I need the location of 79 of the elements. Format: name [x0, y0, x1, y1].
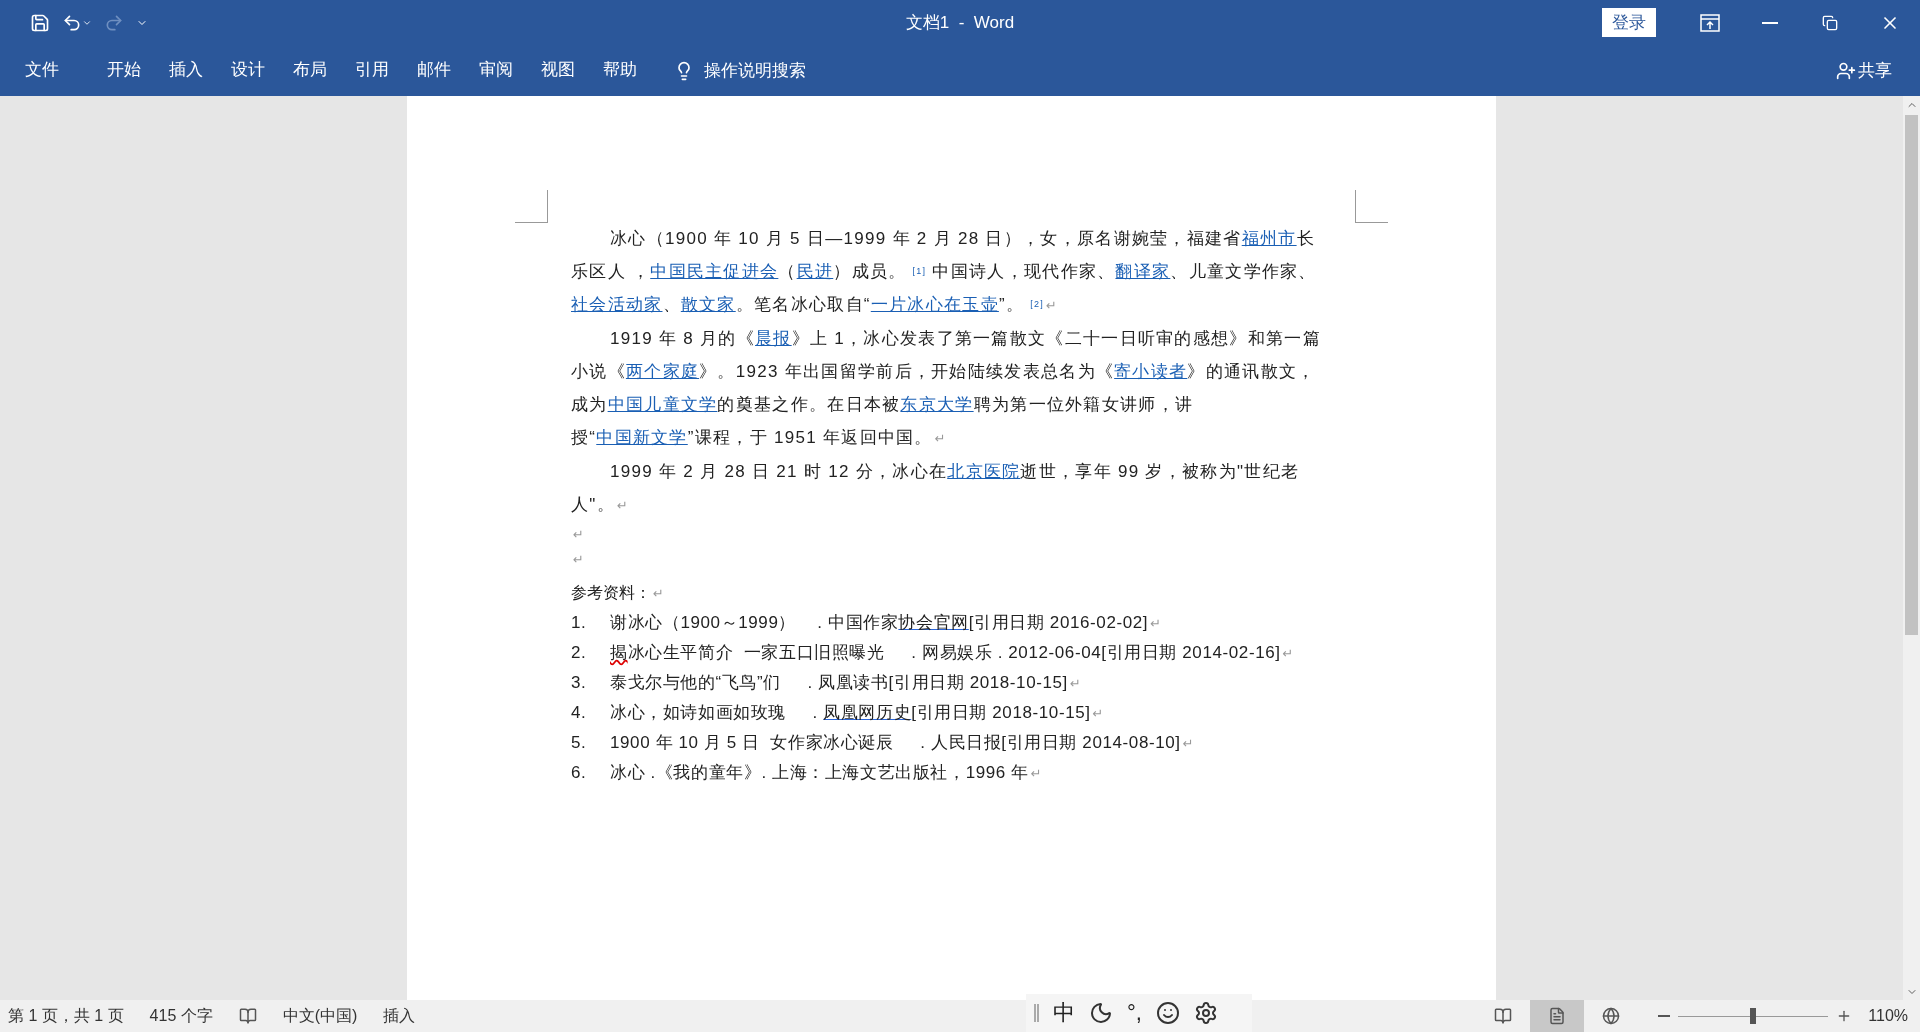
link[interactable]: 北京医院: [947, 462, 1021, 481]
ribbon-tab[interactable]: 布局: [282, 51, 338, 90]
globe-icon: [1602, 1007, 1621, 1025]
page-icon: [1548, 1007, 1567, 1025]
smiley-icon[interactable]: [1155, 1001, 1180, 1025]
link[interactable]: 中国民主促进会: [650, 262, 779, 281]
ribbon-tab[interactable]: 视图: [530, 51, 586, 90]
reference-entry: 冰心，如诗如画如玫瑰 . 凤凰网历史[引用日期 2018-10-15]↵: [610, 702, 1105, 724]
settings-icon[interactable]: [1193, 1001, 1218, 1025]
moon-icon[interactable]: [1089, 1001, 1113, 1025]
undo-icon: [62, 12, 82, 33]
link[interactable]: 寄小读者: [1114, 362, 1188, 381]
input-mode-toggle[interactable]: 中: [1053, 998, 1075, 1028]
ribbon-display-icon: [1700, 13, 1720, 32]
minimize-icon: [1762, 21, 1778, 24]
link[interactable]: 凤凰网历史: [823, 703, 912, 722]
ribbon-tab[interactable]: 邮件: [406, 51, 462, 90]
references-heading: 参考资料：↵: [571, 583, 665, 603]
zoom-level[interactable]: 110%: [1868, 1007, 1908, 1025]
language-status[interactable]: 中文(中国): [282, 1005, 358, 1027]
book-icon: [238, 1007, 257, 1025]
paragraph: 1919 年 8 月的《晨报》上 1，冰心发表了第一篇散文《二十一日听审的感想》和第一篇小说《两个家庭》。1923 年出国留学前后，开始陆续发表总名为《寄小读者》的通讯散文，成为 中国儿童文学的奠基之作。在日本被东京大学聘为第一位外籍女讲师，讲授“中国新文学”课程，于 1951 年返回中国。↵: [571, 328, 1322, 449]
grip-handle[interactable]: [1034, 1004, 1039, 1022]
empty-paragraph: ↵: [572, 551, 587, 569]
link[interactable]: 民进: [796, 262, 834, 281]
scroll-thumb[interactable]: [1905, 115, 1918, 635]
ribbon-tab[interactable]: 引用: [344, 51, 400, 90]
link[interactable]: 中国儿童文学: [607, 395, 718, 414]
sign-in-button[interactable]: 登录: [1602, 8, 1656, 37]
restore-icon: [1822, 14, 1838, 31]
link[interactable]: 翻译家: [1115, 262, 1171, 281]
ribbon-tab[interactable]: 文件: [14, 51, 70, 90]
ribbon-tab[interactable]: 设计: [220, 51, 276, 90]
proofing-icon[interactable]: [238, 1007, 257, 1025]
share-button[interactable]: 共享: [1830, 58, 1898, 83]
list-number: 4.: [571, 702, 588, 724]
footnote-reference[interactable]: [1]: [912, 266, 927, 276]
link[interactable]: 东京大学: [900, 395, 974, 414]
punctuation-toggle[interactable]: °,: [1127, 1000, 1142, 1026]
redo-icon: [104, 12, 124, 33]
page-count[interactable]: 第 1 页，共 1 页: [8, 1005, 124, 1027]
reference-entry: 谢冰心（1900～1999） . 中国作家协会官网[引用日期 2016-02-02]↵: [610, 612, 1162, 634]
link[interactable]: 晨报: [755, 329, 792, 348]
ribbon-tab[interactable]: 插入: [158, 51, 214, 90]
list-number: 5.: [571, 732, 588, 754]
link[interactable]: 一片冰心在玉壶: [870, 295, 999, 314]
link[interactable]: 两个家庭: [625, 362, 700, 381]
word-count[interactable]: 415 个字: [149, 1005, 213, 1027]
add-user-icon: [1836, 60, 1856, 81]
list-number: 3.: [571, 672, 588, 694]
reference-entry: 冰心 .《我的童年》. 上海：上海文艺出版社，1996 年↵: [610, 762, 1043, 784]
paragraph: 1999 年 2 月 28 日 21 时 12 分，冰心在北京医院逝世，享年 99 岁，被称为"世纪老人"。↵: [571, 461, 1301, 516]
insert-mode-status[interactable]: 插入: [383, 1005, 416, 1027]
reference-entry: 1900 年 10 月 5 日 女作家冰心诞辰 . 人民日报[引用日期 2014-08-10]↵: [610, 732, 1195, 754]
window-title: 文档1 - Word: [905, 12, 1015, 34]
list-number: 1.: [571, 612, 588, 634]
crop-mark: [515, 190, 548, 223]
zoom-thumb[interactable]: [1750, 1008, 1757, 1024]
ribbon-tab[interactable]: 帮助: [592, 51, 648, 90]
list-number: 2.: [571, 642, 588, 664]
link[interactable]: 社会活动家: [571, 295, 663, 314]
book-icon: [1494, 1007, 1513, 1025]
link[interactable]: 福州市: [1241, 229, 1297, 248]
link[interactable]: 散文家: [680, 295, 736, 314]
reference-entry: 揭冰心生平简介 一家五口旧照曝光 . 网易娱乐 . 2012-06-04[引用日期 2014-02-16]↵: [610, 642, 1295, 664]
ribbon-tab[interactable]: 开始: [96, 51, 152, 90]
list-number: 6.: [571, 762, 588, 784]
tell-me-search[interactable]: 操作说明搜索: [668, 58, 812, 83]
link[interactable]: 中国新文学: [596, 428, 688, 447]
empty-paragraph: ↵: [572, 526, 587, 544]
save-icon: [30, 12, 50, 33]
crop-mark: [1355, 190, 1388, 223]
minus-icon: [1658, 1015, 1671, 1017]
vertical-scrollbar[interactable]: [1903, 96, 1920, 1000]
link[interactable]: 协会官网: [898, 613, 969, 632]
reference-entry: 泰戈尔与他的“飞鸟”们 . 凤凰读书[引用日期 2018-10-15]↵: [610, 672, 1082, 694]
view-button[interactable]: [1530, 1000, 1585, 1032]
ribbon-tab[interactable]: 审阅: [468, 51, 524, 90]
footnote-reference[interactable]: [2]: [1030, 299, 1045, 309]
